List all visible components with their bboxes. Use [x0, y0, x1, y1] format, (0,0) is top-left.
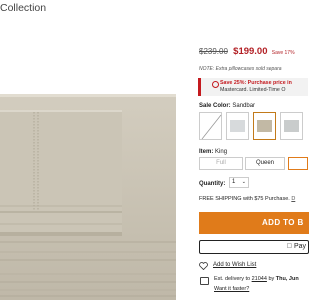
- faster-link[interactable]: Want it faster?: [214, 286, 249, 292]
- shipping-info: FREE SHIPPING with $75 Purchase. D: [199, 196, 295, 202]
- quantity-select[interactable]: 1 ⌄: [229, 177, 249, 188]
- delivery-zip-link[interactable]: 21044: [252, 276, 267, 282]
- size-full-button[interactable]: Full: [199, 157, 243, 170]
- heart-icon: [199, 262, 208, 270]
- color-label-key: Sale Color:: [199, 103, 231, 109]
- quantity-value: 1: [232, 179, 236, 185]
- shipping-details-link[interactable]: D: [291, 196, 295, 202]
- item-label: Item: King: [199, 149, 227, 155]
- item-value: King: [215, 149, 228, 155]
- delivery-estimate: Est. delivery to 21044 by Thu, Jun: [214, 276, 299, 282]
- wishlist-link[interactable]: Add to Wish List: [199, 262, 257, 270]
- promo-icon: [212, 81, 219, 88]
- sandbar-swatch[interactable]: [253, 112, 276, 140]
- color-label: Sale Color: Sandbar: [199, 103, 255, 109]
- delivery-prefix: Est. delivery to: [214, 276, 251, 282]
- original-price: $239.00: [199, 47, 228, 56]
- promo-detail: Mastercard. Limited-Time O: [220, 87, 286, 93]
- save-percent: Save 17%: [271, 50, 295, 56]
- size-queen-button[interactable]: Queen: [245, 157, 285, 170]
- shipping-text: FREE SHIPPING with $75 Purchase.: [199, 196, 290, 202]
- size-king-button[interactable]: [288, 157, 308, 170]
- pillowcase-note: NOTE: Extra pillowcases sold separa: [199, 66, 282, 72]
- delivery-date: Thu, Jun: [275, 276, 299, 282]
- quantity-label: Quantity:: [199, 181, 226, 187]
- apple-pay-label: Pay: [293, 243, 306, 250]
- chevron-down-icon: ⌄: [241, 179, 246, 185]
- apple-icon: : [287, 243, 292, 250]
- light-gray-swatch[interactable]: [226, 112, 249, 140]
- apple-pay-button[interactable]:  Pay: [199, 240, 309, 254]
- gray-swatch[interactable]: [280, 112, 303, 140]
- price-row: $239.00 $199.00 Save 17%: [199, 46, 295, 57]
- white-swatch[interactable]: [199, 112, 222, 140]
- delivery-mid: by: [268, 276, 275, 282]
- color-value: Sandbar: [232, 103, 256, 109]
- collection-title: Collection: [0, 2, 47, 14]
- truck-icon: [200, 277, 209, 285]
- sale-price: $199.00: [233, 46, 268, 57]
- item-label-key: Item:: [199, 149, 214, 155]
- add-to-bag-button[interactable]: ADD TO B: [199, 212, 309, 234]
- product-image: [0, 94, 176, 300]
- wishlist-label: Add to Wish List: [213, 262, 257, 268]
- promo-accent-bar: [198, 78, 201, 96]
- promo-headline: Save 25%: Purchase price in: [220, 80, 292, 86]
